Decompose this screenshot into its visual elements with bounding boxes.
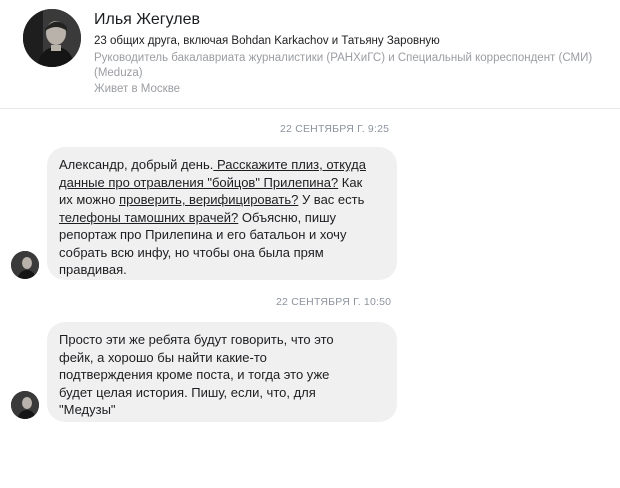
profile-header: Илья Жегулев 23 общих друга, включая Boh… bbox=[0, 0, 620, 109]
profile-job: Руководитель бакалавриата журналистики (… bbox=[94, 52, 593, 64]
message-timestamp: 22 СЕНТЯБРЯ Г. 9:25 bbox=[280, 123, 390, 135]
message-text-line: правдивая. bbox=[59, 262, 127, 277]
sender-avatar[interactable] bbox=[11, 391, 39, 419]
message-text-line: Александр, добрый день. Расскажите плиз,… bbox=[59, 157, 366, 172]
message-text-line: "Медузы" bbox=[59, 402, 116, 417]
profile-avatar[interactable] bbox=[23, 9, 81, 67]
message-bubble[interactable]: Александр, добрый день. Расскажите плиз,… bbox=[47, 147, 397, 280]
message-text-line: их можно проверить, верифицировать? У ва… bbox=[59, 192, 365, 207]
profile-location: Живет в Москве bbox=[94, 83, 181, 95]
message-text-line: собрать всю инфу, но чтобы она была прям bbox=[59, 244, 324, 260]
message-text-line: Просто эти же ребята будут говорить, что… bbox=[59, 332, 334, 347]
mutual-friends[interactable]: 23 общих друга, включая Bohdan Karkachov… bbox=[94, 35, 440, 47]
person-photo-icon bbox=[11, 391, 39, 419]
message-text-line: подтверждения кроме поста, и тогда это у… bbox=[59, 367, 330, 382]
profile-name[interactable]: Илья Жегулев bbox=[94, 11, 200, 29]
message-text-line: телефоны тамошних врачей? Объясню, пишу bbox=[59, 209, 337, 225]
message-text-line: будет целая история. Пишу, если, что, дл… bbox=[59, 384, 316, 400]
message-timestamp: 22 СЕНТЯБРЯ Г. 10:50 bbox=[276, 296, 392, 308]
sender-avatar[interactable] bbox=[11, 251, 39, 279]
profile-job-continued: (Meduza) bbox=[94, 67, 143, 79]
message-text-line: данные про отравления "бойцов" Прилепина… bbox=[59, 174, 363, 190]
message-bubble[interactable]: Просто эти же ребята будут говорить, что… bbox=[47, 322, 397, 422]
person-photo-icon bbox=[23, 9, 81, 67]
message-text-line: фейк, а хорошо бы найти какие-то bbox=[59, 349, 267, 365]
message-text-line: репортаж про Прилепина и его батальон и … bbox=[59, 227, 347, 242]
person-photo-icon bbox=[11, 251, 39, 279]
